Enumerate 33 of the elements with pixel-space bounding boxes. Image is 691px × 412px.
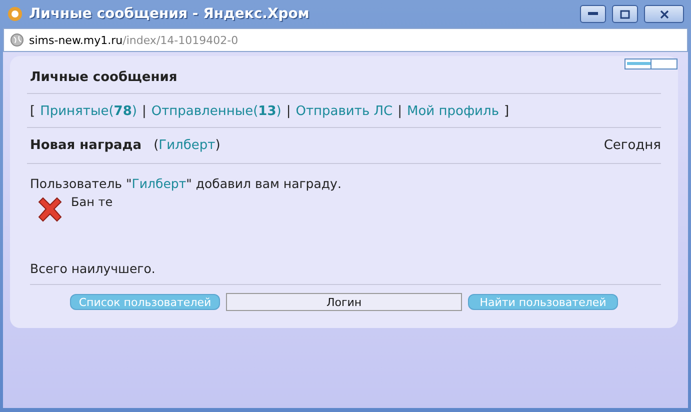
user-link[interactable]: Гилберт — [132, 176, 186, 191]
closing-text: Всего наилучшего. — [30, 261, 661, 285]
find-users-button[interactable]: Найти пользователей — [468, 294, 618, 310]
bracket-text: ] — [504, 104, 510, 119]
nav-link[interactable]: Мой профиль — [406, 104, 499, 119]
page-heading: Личные сообщения — [27, 70, 661, 94]
minimize-icon — [588, 12, 598, 16]
close-button[interactable] — [644, 5, 684, 23]
separator-text: | — [142, 104, 146, 119]
globe-icon — [10, 33, 24, 47]
login-field[interactable]: Логин — [226, 293, 462, 311]
sender-text: (Гилберт) — [154, 138, 220, 153]
sender-link[interactable]: Гилберт — [158, 138, 216, 153]
user-list-button[interactable]: Список пользователей — [70, 294, 220, 310]
message-date: Сегодня — [604, 138, 661, 153]
minimize-button[interactable] — [580, 5, 606, 23]
nav-link[interactable]: Отправленные(13) — [151, 104, 282, 119]
maximize-button[interactable] — [612, 5, 638, 23]
maximize-icon — [620, 10, 630, 18]
nav-link[interactable]: Отправить ЛС — [296, 104, 393, 119]
nav-link[interactable]: Принятые(78) — [40, 104, 137, 119]
bracket-text: [ — [30, 104, 36, 119]
message-text: Пользователь "Гилберт" добавил вам награду. — [30, 176, 342, 191]
slider-icon — [624, 58, 678, 70]
browser-logo-icon — [7, 6, 23, 22]
award-name: Бан те — [71, 195, 113, 209]
close-icon — [660, 10, 668, 18]
message-subject: Новая награда — [30, 138, 142, 153]
separator-text: | — [398, 104, 402, 119]
window-title: Личные сообщения - Яндекс.Хром — [29, 6, 310, 22]
address-bar[interactable]: sims-new.my1.ru/index/14-1019402-0 — [3, 28, 688, 52]
separator-text: | — [286, 104, 291, 119]
url-text: sims-new.my1.ru/index/14-1019402-0 — [29, 34, 238, 46]
